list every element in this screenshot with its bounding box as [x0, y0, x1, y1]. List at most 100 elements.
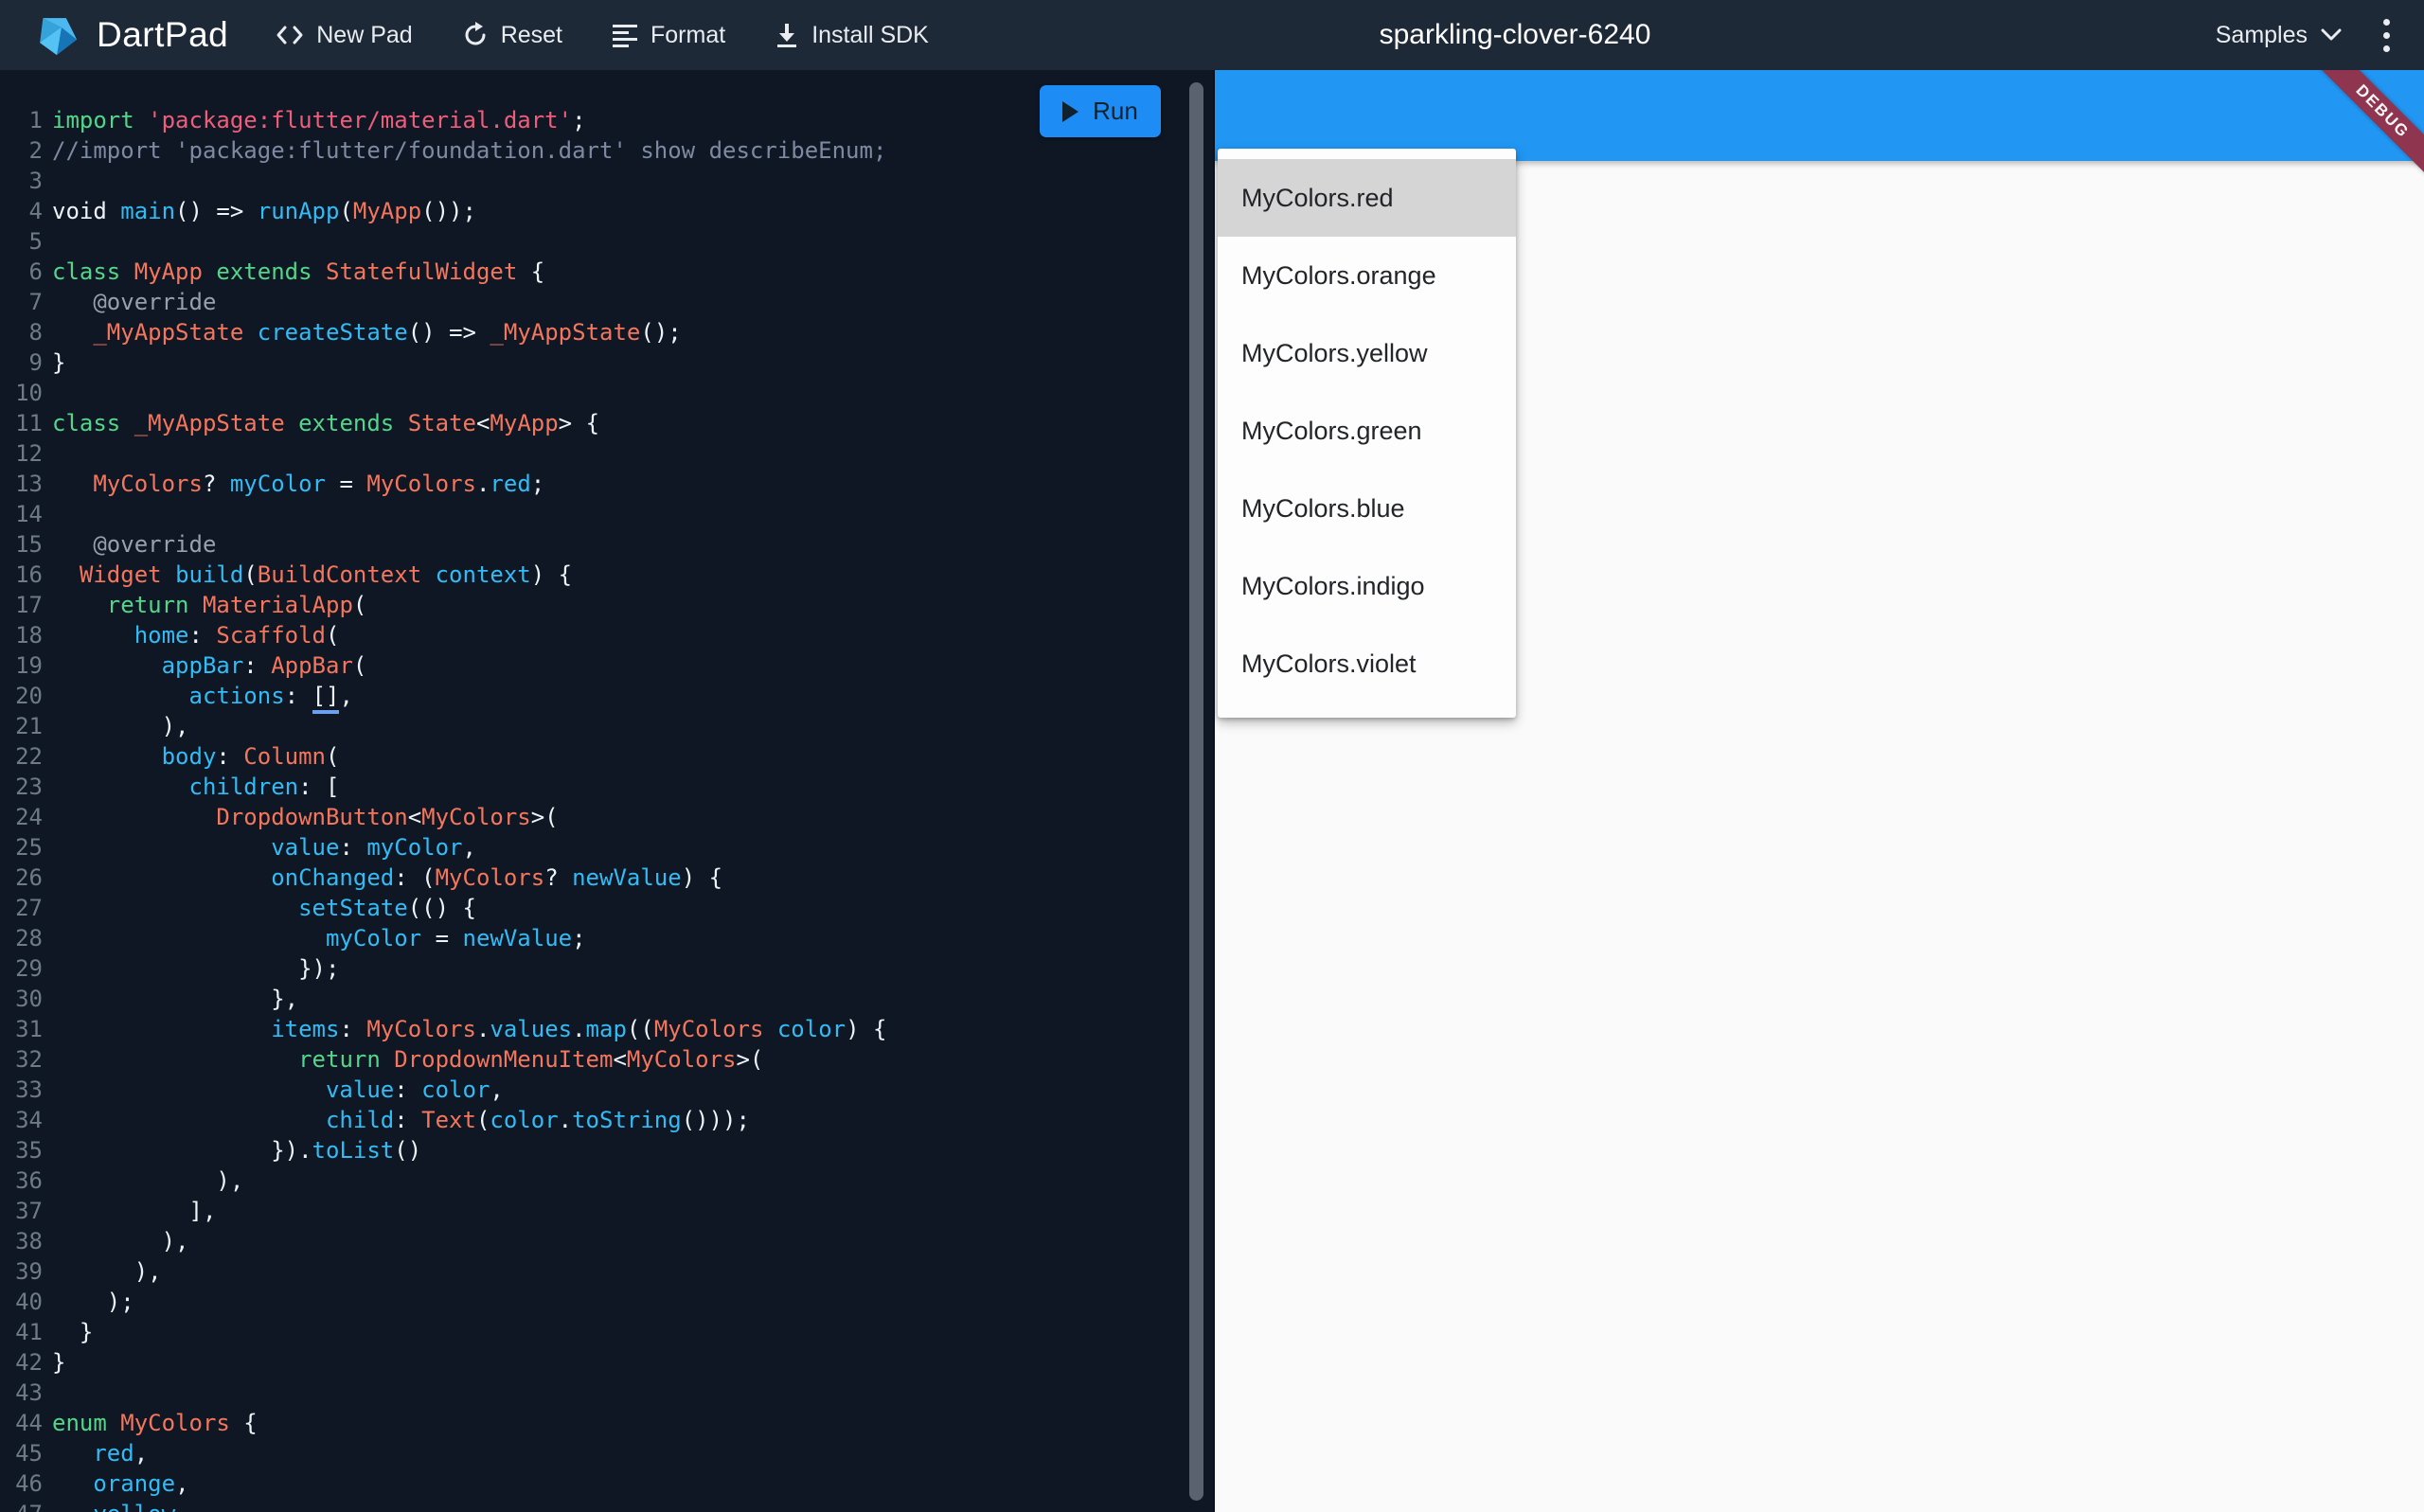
run-label: Run: [1093, 97, 1138, 125]
menu-item-green[interactable]: MyColors.green: [1218, 392, 1516, 470]
code-line: 4 void main() => runApp(MyApp());: [0, 196, 1213, 226]
code-line: 18 home: Scaffold(: [0, 620, 1213, 650]
code-line: 36 ),: [0, 1165, 1213, 1196]
format-button[interactable]: Format: [612, 22, 725, 49]
code-line: 32 return DropdownMenuItem<MyColors>(: [0, 1044, 1213, 1075]
new-pad-button[interactable]: New Pad: [276, 21, 413, 49]
line-number: 36: [15, 1167, 43, 1194]
line-number: 8: [28, 319, 43, 346]
code-line: 14: [0, 499, 1213, 529]
line-number: 17: [15, 592, 43, 618]
refresh-icon: [465, 22, 486, 45]
code-line: 31 items: MyColors.values.map((MyColors …: [0, 1014, 1213, 1044]
dartpad-logo-icon: [40, 18, 78, 56]
line-number: 33: [15, 1076, 43, 1103]
editor-scrollbar[interactable]: [1189, 82, 1203, 1501]
line-number: 15: [15, 531, 43, 558]
menu-item-red[interactable]: MyColors.red: [1218, 159, 1516, 237]
line-number: 4: [28, 198, 43, 224]
app-wordmark: DartPad: [97, 15, 229, 54]
download-icon: [777, 24, 797, 47]
samples-menu-button[interactable]: Samples: [2216, 22, 2342, 49]
code-line: 39 ),: [0, 1256, 1213, 1287]
code-line: 10: [0, 378, 1213, 408]
format-label: Format: [651, 21, 726, 48]
new-pad-label: New Pad: [316, 21, 413, 48]
code-line: 11 class _MyAppState extends State<MyApp>…: [0, 408, 1213, 438]
code-line: 1 import 'package:flutter/material.dart';: [0, 105, 1213, 135]
line-number: 30: [15, 986, 43, 1012]
header-nav: New Pad Reset Format Install SDK: [276, 22, 929, 49]
code-line: 6 class MyApp extends StatefulWidget {: [0, 257, 1213, 287]
line-number: 18: [15, 622, 43, 649]
menu-item-yellow[interactable]: MyColors.yellow: [1218, 314, 1516, 392]
code-line: 26 onChanged: (MyColors? newValue) {: [0, 863, 1213, 893]
line-number: 24: [15, 804, 43, 830]
line-number: 46: [15, 1470, 43, 1497]
code-line: 44 enum MyColors {: [0, 1408, 1213, 1438]
format-lines-icon: [613, 25, 637, 47]
menu-item-blue[interactable]: MyColors.blue: [1218, 470, 1516, 547]
line-number: 45: [15, 1440, 43, 1467]
reset-button[interactable]: Reset: [462, 22, 562, 49]
install-sdk-button[interactable]: Install SDK: [775, 22, 929, 49]
line-number: 39: [15, 1258, 43, 1285]
line-number: 37: [15, 1198, 43, 1224]
line-number: 22: [15, 743, 43, 770]
menu-item-indigo[interactable]: MyColors.indigo: [1218, 547, 1516, 625]
line-number: 31: [15, 1016, 43, 1042]
line-number: 12: [15, 440, 43, 467]
code-line: 15 @override: [0, 529, 1213, 560]
main-area: 1 import 'package:flutter/material.dart';…: [0, 70, 2424, 1512]
line-number: 5: [28, 228, 43, 255]
line-number: 20: [15, 683, 43, 709]
samples-label: Samples: [2215, 21, 2308, 48]
line-number: 19: [15, 652, 43, 679]
code-line: 13 MyColors? myColor = MyColors.red;: [0, 469, 1213, 499]
code-line: 7 @override: [0, 287, 1213, 317]
line-number: 26: [15, 864, 43, 891]
code-line: 40 );: [0, 1287, 1213, 1317]
code-line: 27 setState(() {: [0, 893, 1213, 923]
line-number: 21: [15, 713, 43, 739]
line-number: 42: [15, 1349, 43, 1376]
code-line: 16 Widget build(BuildContext context) {: [0, 560, 1213, 590]
code-line: 20 actions: [],: [0, 681, 1213, 714]
chevron-down-icon: [2321, 28, 2342, 41]
code-lines: 1 import 'package:flutter/material.dart';…: [0, 70, 1213, 1512]
line-number: 3: [28, 168, 43, 194]
run-button[interactable]: Run: [1040, 85, 1161, 137]
menu-item-orange[interactable]: MyColors.orange: [1218, 237, 1516, 314]
code-line: 3: [0, 166, 1213, 196]
code-line: 30 },: [0, 984, 1213, 1014]
app-preview-panel: DEBUG MyColors.red MyColors.orange MyColor…: [1215, 70, 2424, 1512]
line-number: 41: [15, 1319, 43, 1345]
code-line: 34 child: Text(color.toString()));: [0, 1105, 1213, 1135]
code-line: 28 myColor = newValue;: [0, 923, 1213, 953]
menu-item-violet[interactable]: MyColors.violet: [1218, 625, 1516, 703]
line-number: 35: [15, 1137, 43, 1164]
code-line: 19 appBar: AppBar(: [0, 650, 1213, 681]
line-number: 13: [15, 471, 43, 497]
code-line: 42}: [0, 1347, 1213, 1378]
code-line: 9}: [0, 347, 1213, 378]
code-editor[interactable]: 1 import 'package:flutter/material.dart';…: [0, 70, 1215, 1512]
code-line: 25 value: myColor,: [0, 832, 1213, 863]
dartpad-brand[interactable]: DartPad: [32, 10, 228, 60]
line-number: 28: [15, 925, 43, 952]
line-number: 25: [15, 834, 43, 861]
overflow-menu-button[interactable]: [2374, 13, 2399, 58]
code-line: 2//import 'package:flutter/foundation.da…: [0, 135, 1213, 166]
code-line: 24 DropdownButton<MyColors>(: [0, 802, 1213, 832]
code-line: 12: [0, 438, 1213, 469]
line-number: 16: [15, 561, 43, 588]
line-number: 7: [28, 289, 43, 315]
line-number: 34: [15, 1107, 43, 1133]
code-line: 22 body: Column(: [0, 741, 1213, 772]
dropdown-menu: MyColors.red MyColors.orange MyColors.yell…: [1218, 149, 1516, 718]
install-sdk-label: Install SDK: [811, 21, 929, 48]
line-number: 27: [15, 895, 43, 921]
kebab-menu-icon: [2383, 18, 2390, 52]
line-number: 2: [28, 137, 43, 164]
code-line: 5: [0, 226, 1213, 257]
